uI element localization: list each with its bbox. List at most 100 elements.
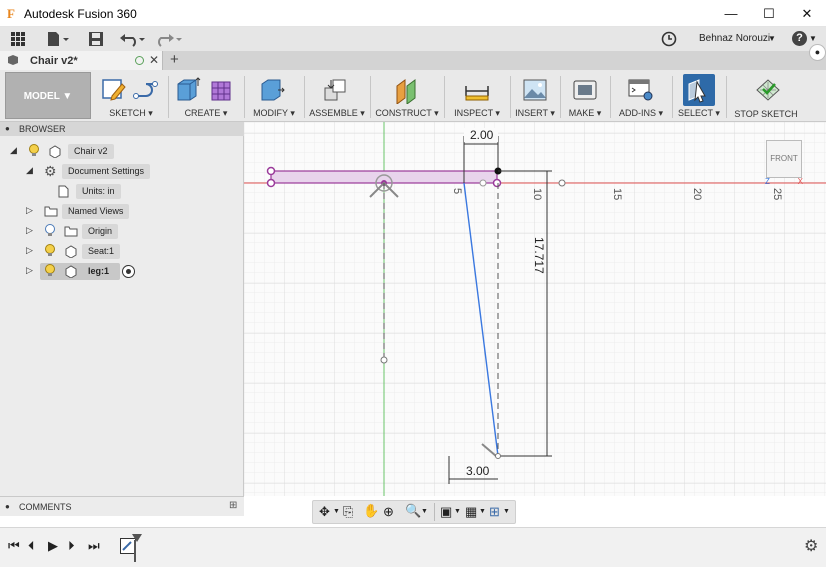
job-status-clock-icon[interactable] — [660, 29, 678, 49]
close-tab-icon[interactable]: ✕ — [149, 53, 159, 67]
viewports-icon[interactable]: ⊞ — [489, 504, 500, 520]
user-dropdown-icon[interactable]: ▼ — [768, 34, 776, 43]
expand-arrow-icon[interactable]: ▷ — [26, 205, 33, 216]
construct-group[interactable]: CONSTRUCT ▾ — [372, 70, 442, 122]
tree-label-document-settings[interactable]: Document Settings — [62, 164, 151, 179]
go-to-start-icon[interactable]: ⏮ — [8, 538, 20, 554]
maximize-button[interactable]: ☐ — [750, 0, 788, 27]
dim-width-bottom[interactable]: 3.00 — [466, 464, 490, 478]
timeline-marker-line[interactable] — [134, 540, 136, 562]
grid-settings-icon[interactable]: ▦ — [465, 504, 477, 520]
step-forward-icon[interactable]: ⏵ — [68, 538, 75, 554]
stop-sketch-button[interactable]: STOP SKETCH — [728, 109, 804, 119]
select-group[interactable]: SELECT ▾ — [674, 70, 724, 122]
tree-row-origin[interactable]: ▷ Origin — [26, 224, 240, 240]
close-button[interactable]: ✕ — [788, 0, 826, 27]
assemble-group[interactable]: ASSEMBLE ▾ — [306, 70, 368, 122]
joint-icon[interactable] — [321, 76, 349, 104]
sketch-menu[interactable]: SKETCH ▾ — [96, 108, 166, 119]
user-name[interactable]: Behnaz Norouzi — [699, 33, 770, 44]
visibility-bulb-icon[interactable] — [44, 244, 56, 261]
addins-group[interactable]: ADD-INS ▾ — [612, 70, 670, 122]
expand-arrow-icon[interactable]: ▷ — [26, 225, 33, 236]
tree-label-root[interactable]: Chair v2 — [68, 144, 114, 159]
help-icon[interactable]: ? — [792, 31, 807, 46]
file-menu-icon[interactable] — [44, 29, 72, 49]
sketch-point[interactable] — [495, 453, 501, 459]
view-cube[interactable]: FRONT Z X — [765, 140, 803, 186]
visibility-bulb-icon[interactable] — [28, 144, 40, 161]
timeline-settings-gear-icon[interactable]: ⚙ — [804, 536, 818, 556]
minimize-button[interactable]: — — [712, 0, 750, 27]
orbit-icon[interactable]: ✥ — [319, 504, 330, 520]
tree-row-document-settings[interactable]: ◢ ⚙ Document Settings — [26, 164, 240, 180]
extrude-icon[interactable] — [174, 76, 202, 104]
viewcube-face[interactable]: FRONT — [770, 154, 798, 163]
zoom-dropdown-icon[interactable]: ▼ — [421, 508, 428, 515]
scripts-addins-icon[interactable] — [627, 76, 655, 104]
visibility-bulb-off-icon[interactable] — [44, 224, 56, 241]
activate-radio-icon[interactable] — [122, 265, 135, 278]
insert-group[interactable]: INSERT ▾ — [512, 70, 558, 122]
display-dropdown-icon[interactable]: ▼ — [454, 508, 461, 515]
notification-icon[interactable]: ● — [809, 44, 826, 61]
new-tab-button[interactable]: + — [170, 51, 179, 68]
seat-point[interactable] — [266, 178, 276, 188]
addins-menu[interactable]: ADD-INS ▾ — [612, 108, 670, 119]
sketch-group[interactable]: SKETCH ▾ — [96, 70, 166, 122]
tree-label-units[interactable]: Units: in — [76, 184, 121, 199]
tree-label-named-views[interactable]: Named Views — [62, 204, 130, 219]
inspect-menu[interactable]: INSPECT ▾ — [446, 108, 508, 119]
tree-label-leg[interactable]: leg:1 — [82, 264, 115, 279]
expand-arrow-icon[interactable]: ◢ — [26, 165, 33, 176]
expand-arrow-icon[interactable]: ◢ — [10, 145, 17, 156]
tree-row-root[interactable]: ◢ Chair v2 — [10, 144, 240, 160]
modify-group[interactable]: MODIFY ▾ — [246, 70, 302, 122]
step-back-icon[interactable]: ⏴ — [28, 538, 35, 554]
viewports-dropdown-icon[interactable]: ▼ — [503, 508, 510, 515]
sketch-point[interactable] — [558, 179, 566, 187]
measure-icon[interactable] — [463, 76, 491, 104]
collapse-icon[interactable]: ● — [5, 124, 10, 133]
tree-row-leg[interactable]: ▷ leg:1 — [26, 263, 240, 281]
modify-menu[interactable]: MODIFY ▾ — [246, 108, 302, 119]
stop-sketch-group[interactable]: STOP SKETCH — [728, 70, 804, 122]
document-tab[interactable]: Chair v2* ✕ — [0, 51, 163, 70]
line-tool-icon[interactable] — [132, 76, 160, 104]
construction-endpoint[interactable] — [380, 356, 388, 364]
tree-row-seat[interactable]: ▷ Seat:1 — [26, 244, 240, 260]
create-group[interactable]: CREATE ▾ — [170, 70, 242, 122]
visibility-bulb-icon[interactable] — [44, 264, 56, 281]
sketch-point[interactable] — [479, 179, 487, 187]
form-icon[interactable] — [208, 76, 236, 104]
sketch-svg[interactable]: 5 10 15 20 25 2.00 17.717 3.00 — [244, 122, 826, 496]
create-sketch-icon[interactable] — [100, 76, 128, 104]
expand-arrow-icon[interactable]: ▷ — [26, 265, 33, 276]
create-menu[interactable]: CREATE ▾ — [170, 108, 242, 119]
grid-dropdown-icon[interactable]: ▼ — [479, 508, 486, 515]
fit-icon[interactable]: 🔍 — [405, 503, 421, 519]
display-settings-icon[interactable]: ▣ — [440, 504, 452, 520]
expand-arrow-icon[interactable]: ▷ — [26, 245, 33, 256]
look-at-icon[interactable]: ⎘ — [343, 504, 353, 520]
play-icon[interactable]: ▶ — [48, 538, 58, 554]
make-menu[interactable]: MAKE ▾ — [562, 108, 608, 119]
go-to-end-icon[interactable]: ⏭ — [88, 538, 100, 554]
press-pull-icon[interactable] — [258, 76, 286, 104]
tree-row-units[interactable]: Units: in — [58, 184, 240, 200]
stop-sketch-icon[interactable] — [754, 76, 782, 104]
redo-icon[interactable] — [154, 29, 184, 49]
tree-label-seat[interactable]: Seat:1 — [82, 244, 121, 259]
insert-image-icon[interactable] — [521, 76, 549, 104]
select-tool-icon[interactable] — [683, 74, 715, 106]
zoom-icon[interactable]: ⊕ — [383, 504, 394, 520]
undo-icon[interactable] — [118, 29, 148, 49]
app-grid-icon[interactable] — [8, 29, 28, 49]
inspect-group[interactable]: INSPECT ▾ — [446, 70, 508, 122]
tree-row-named-views[interactable]: ▷ Named Views — [26, 204, 240, 220]
make-group[interactable]: MAKE ▾ — [562, 70, 608, 122]
construct-menu[interactable]: CONSTRUCT ▾ — [372, 108, 442, 119]
browser-header[interactable]: ● BROWSER — [0, 122, 244, 136]
workspace-switcher[interactable]: MODEL ▼ — [5, 72, 91, 119]
dim-width-top[interactable]: 2.00 — [470, 128, 494, 142]
